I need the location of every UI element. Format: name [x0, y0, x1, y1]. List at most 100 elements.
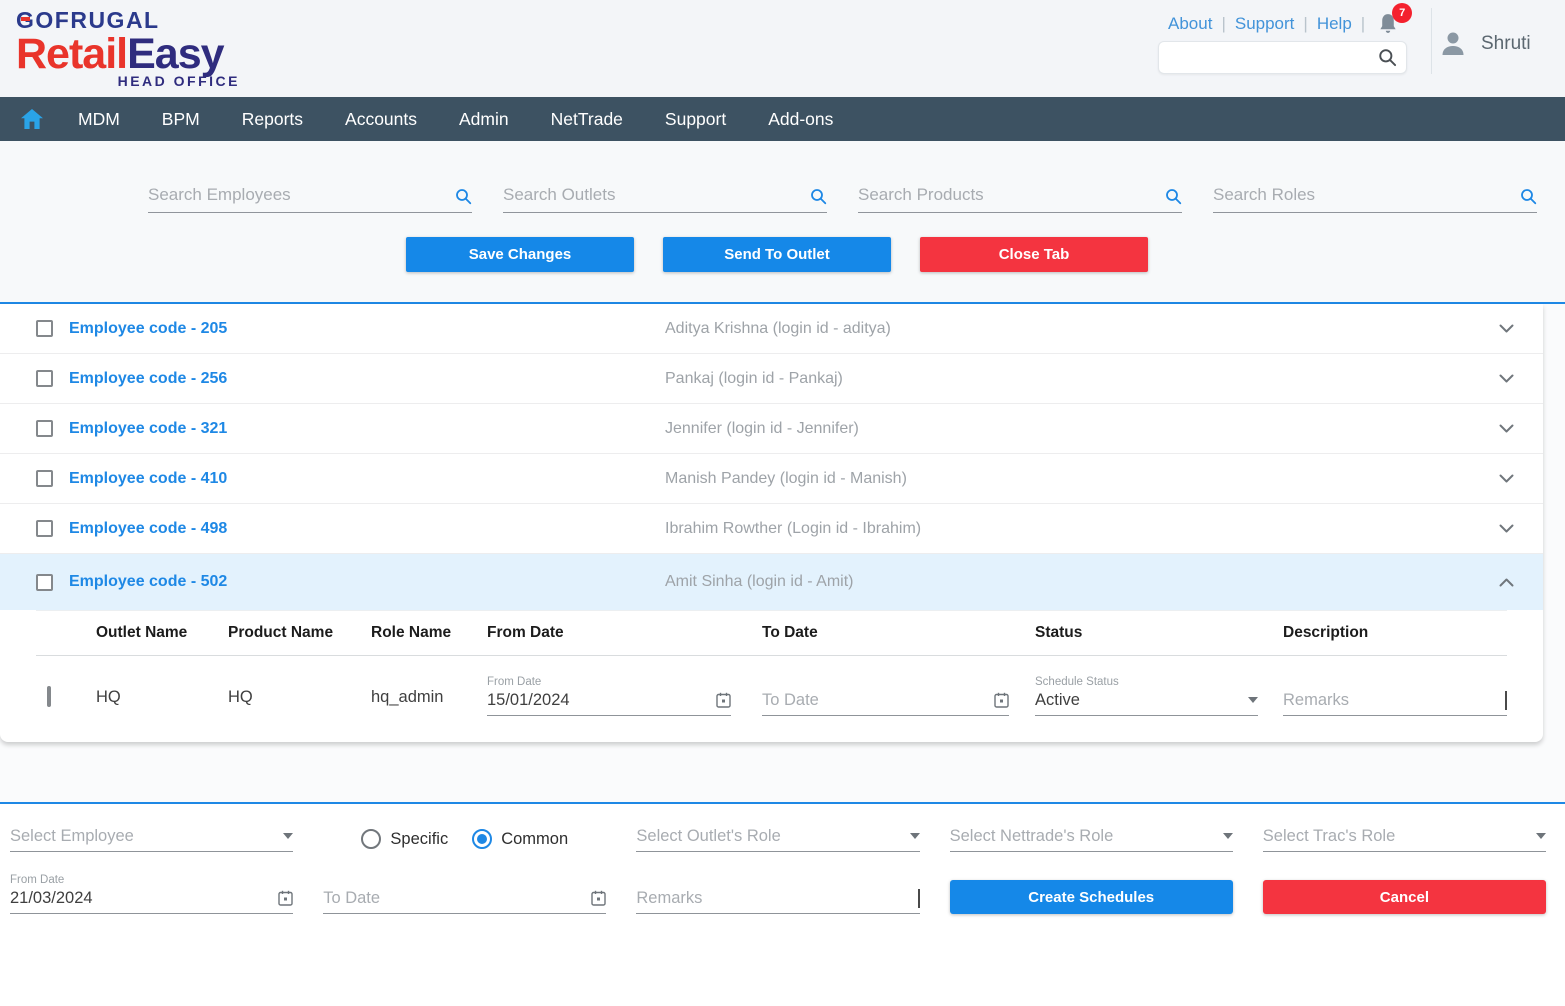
search-products-field[interactable]: [858, 185, 1182, 213]
employee-code: Employee code - 502: [69, 573, 227, 591]
nav-item-addons[interactable]: Add-ons: [747, 109, 854, 130]
status-select[interactable]: Active: [1035, 690, 1258, 716]
text-cursor: [918, 889, 920, 908]
row-checkbox[interactable]: [36, 470, 53, 487]
nav-item-nettrade[interactable]: NetTrade: [530, 109, 644, 130]
status-value: Active: [1035, 691, 1248, 710]
nav-item-admin[interactable]: Admin: [438, 109, 530, 130]
employee-row[interactable]: Employee code - 205 Aditya Krishna (logi…: [0, 304, 1543, 354]
calendar-icon: [591, 890, 606, 906]
expand-button[interactable]: [1495, 420, 1518, 437]
save-changes-button[interactable]: Save Changes: [406, 237, 634, 272]
chevron-up-icon: [1499, 578, 1514, 587]
select-employee-dropdown[interactable]: Select Employee: [10, 826, 293, 852]
expand-button[interactable]: [1495, 320, 1518, 337]
row-checkbox[interactable]: [36, 370, 53, 387]
row-checkbox[interactable]: [36, 574, 53, 591]
col-outlet-name: Outlet Name: [96, 624, 228, 642]
employee-code: Employee code - 205: [69, 320, 227, 338]
row-checkbox[interactable]: [36, 420, 53, 437]
nav-item-mdm[interactable]: MDM: [57, 109, 141, 130]
cancel-button[interactable]: Cancel: [1263, 880, 1546, 914]
search-icon: [1520, 188, 1537, 205]
col-product-name: Product Name: [228, 624, 371, 642]
header-divider: [1431, 8, 1432, 74]
expand-button[interactable]: [1495, 470, 1518, 487]
form-remarks-placeholder: Remarks: [636, 889, 917, 908]
form-to-date-picker-button[interactable]: [591, 890, 606, 906]
notification-bell[interactable]: 7: [1377, 12, 1401, 36]
to-date-picker-button[interactable]: [994, 692, 1009, 708]
to-date-placeholder: To Date: [762, 691, 994, 710]
brand-name: GOFRUGAL: [16, 8, 242, 33]
select-outlet-role-dropdown[interactable]: Select Outlet's Role: [636, 826, 919, 852]
expand-button[interactable]: [1495, 520, 1518, 537]
app-header: GOFRUGAL RetailEasy HEAD OFFICE About| S…: [0, 0, 1565, 97]
calendar-icon: [716, 692, 731, 708]
col-role-name: Role Name: [371, 624, 487, 642]
expand-button[interactable]: [1495, 370, 1518, 387]
link-separator: |: [1221, 14, 1225, 34]
form-to-date-field[interactable]: To Date: [323, 888, 606, 914]
header-links: About| Support| Help| 7: [1168, 12, 1401, 36]
search-icon: [810, 188, 827, 205]
list-bottom-spacer: [0, 742, 1565, 802]
search-outlets-input[interactable]: [503, 185, 810, 205]
to-date-field[interactable]: To Date: [762, 690, 1009, 716]
detail-row-checkbox[interactable]: [47, 686, 51, 707]
search-employees-field[interactable]: [148, 185, 472, 213]
nav-item-support[interactable]: Support: [644, 109, 747, 130]
about-link[interactable]: About: [1168, 14, 1212, 34]
form-from-date-field[interactable]: 21/03/2024: [10, 888, 293, 914]
outlet-name-value: HQ: [96, 688, 228, 716]
send-to-outlet-button[interactable]: Send To Outlet: [663, 237, 891, 272]
help-link[interactable]: Help: [1317, 14, 1352, 34]
form-remarks-field[interactable]: Remarks: [636, 888, 919, 914]
search-outlets-field[interactable]: [503, 185, 827, 213]
nav-item-reports[interactable]: Reports: [221, 109, 324, 130]
description-field[interactable]: Remarks: [1283, 690, 1507, 716]
home-button[interactable]: [21, 109, 43, 129]
search-employees-input[interactable]: [148, 185, 455, 205]
radio-common[interactable]: Common: [472, 829, 568, 849]
employee-row[interactable]: Employee code - 410 Manish Pandey (login…: [0, 454, 1543, 504]
brand-text: GOFRUGAL: [16, 7, 160, 33]
row-checkbox[interactable]: [36, 520, 53, 537]
nav-item-accounts[interactable]: Accounts: [324, 109, 438, 130]
employee-row[interactable]: Employee code - 256 Pankaj (login id - P…: [0, 354, 1543, 404]
radio-specific-label: Specific: [390, 830, 448, 849]
employee-name: Pankaj (login id - Pankaj): [665, 370, 1495, 388]
form-from-date-picker-button[interactable]: [278, 890, 293, 906]
support-link[interactable]: Support: [1235, 14, 1295, 34]
employee-row[interactable]: Employee code - 321 Jennifer (login id -…: [0, 404, 1543, 454]
select-trac-role-dropdown[interactable]: Select Trac's Role: [1263, 826, 1546, 852]
create-schedules-button[interactable]: Create Schedules: [950, 880, 1233, 914]
from-date-picker-button[interactable]: [716, 692, 731, 708]
dropdown-caret-icon: [283, 833, 293, 839]
global-search-input[interactable]: [1171, 49, 1378, 66]
search-roles-input[interactable]: [1213, 185, 1520, 205]
employee-row[interactable]: Employee code - 498 Ibrahim Rowther (Log…: [0, 504, 1543, 554]
radio-circle-selected[interactable]: [472, 829, 492, 849]
search-roles-field[interactable]: [1213, 185, 1537, 213]
user-menu[interactable]: Shruti: [1438, 29, 1531, 59]
select-nettrade-role-dropdown[interactable]: Select Nettrade's Role: [950, 826, 1233, 852]
search-icon: [1165, 188, 1182, 205]
notification-badge: 7: [1392, 3, 1412, 23]
from-date-float-label: From Date: [10, 874, 64, 886]
schedule-detail-table: Outlet Name Product Name Role Name From …: [0, 610, 1543, 742]
global-search-box[interactable]: [1158, 41, 1407, 74]
collapse-button[interactable]: [1495, 574, 1518, 591]
from-date-field[interactable]: 15/01/2024: [487, 690, 731, 716]
employee-list-section: Employee code - 205 Aditya Krishna (logi…: [0, 302, 1565, 802]
radio-circle-unselected[interactable]: [361, 829, 381, 849]
col-description: Description: [1283, 624, 1507, 642]
radio-specific[interactable]: Specific: [361, 829, 448, 849]
employee-row-expanded[interactable]: Employee code - 502 Amit Sinha (login id…: [0, 554, 1543, 610]
close-tab-button[interactable]: Close Tab: [920, 237, 1148, 272]
nav-item-bpm[interactable]: BPM: [141, 109, 221, 130]
search-products-input[interactable]: [858, 185, 1165, 205]
chevron-down-icon: [1499, 424, 1514, 433]
row-checkbox[interactable]: [36, 320, 53, 337]
calendar-icon: [994, 692, 1009, 708]
